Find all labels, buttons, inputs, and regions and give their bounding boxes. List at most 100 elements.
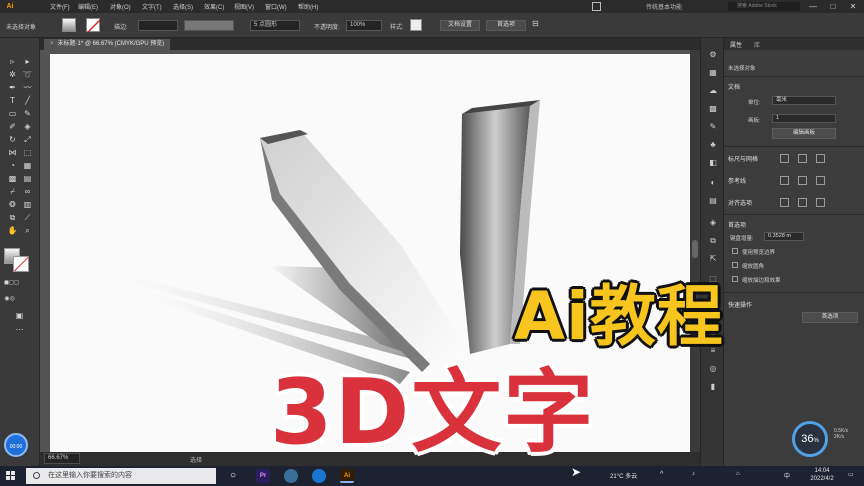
color-guide-icon[interactable]: ▤ (708, 196, 718, 206)
color-icon[interactable]: ◐ (708, 178, 718, 188)
workspace-switcher[interactable]: 传统基本功能 (646, 2, 682, 11)
width-tool-icon[interactable]: ⋈ (7, 147, 18, 158)
perspective-grid-tool-icon[interactable]: ▦ (22, 160, 33, 171)
scale-tool-icon[interactable]: ⤢ (22, 134, 33, 145)
notification-icon[interactable]: ▭ (848, 471, 854, 478)
paintbrush-tool-icon[interactable]: ✎ (22, 108, 33, 119)
artboard-dropdown[interactable]: 1 (772, 114, 836, 123)
document-tab[interactable]: × 未标题-1* @ 66.67% (CMYK/GPU 预览) (44, 39, 171, 50)
menu-edit[interactable]: 编辑(E) (78, 2, 98, 11)
menu-type[interactable]: 文字(T) (142, 2, 162, 11)
gradient-icon[interactable]: ▮ (708, 382, 718, 392)
document-setup-button[interactable]: 文档设置 (440, 20, 480, 31)
ruler-icon[interactable] (780, 154, 789, 163)
free-transform-tool-icon[interactable]: ⬚ (22, 147, 33, 158)
drawing-mode-icon[interactable]: ◉◎ (4, 294, 15, 305)
hand-tool-icon[interactable]: ✋ (7, 225, 18, 236)
variable-width-dropdown[interactable] (184, 20, 234, 31)
cc-libraries-icon[interactable]: ☁ (708, 86, 718, 96)
vertical-scrollbar[interactable] (690, 50, 700, 452)
smart-guides-icon[interactable] (816, 176, 825, 185)
gradient-tool-icon[interactable]: ▤ (22, 173, 33, 184)
rectangle-tool-icon[interactable]: ▭ (7, 108, 18, 119)
task-view-icon[interactable]: ○ (226, 469, 240, 483)
mesh-tool-icon[interactable]: ▩ (7, 173, 18, 184)
preferences-panel-button[interactable]: 首选项 (802, 312, 858, 323)
align-icon[interactable]: ⊟ (532, 19, 539, 28)
stroke-weight-dropdown[interactable] (138, 20, 178, 31)
asset-export-icon[interactable]: ⇱ (708, 254, 718, 264)
network-icon[interactable]: ⌂ (736, 471, 740, 477)
preview-bounds-checkbox[interactable] (732, 248, 738, 254)
edit-artboard-button[interactable]: 编辑画板 (772, 128, 836, 139)
selection-tool-icon[interactable]: ▹ (7, 56, 18, 67)
tab-properties[interactable]: 属性 (730, 40, 742, 49)
layers-icon[interactable]: ◈ (708, 218, 718, 228)
snap-to-pixel-icon[interactable] (816, 198, 825, 207)
style-swatch[interactable] (410, 19, 422, 31)
system-clock[interactable]: 14:04 2022/4/2 (802, 467, 842, 483)
transparency-grid-icon[interactable] (816, 154, 825, 163)
units-dropdown[interactable]: 毫米 (772, 96, 836, 105)
menu-select[interactable]: 选择(S) (173, 2, 193, 11)
artboard-tool-icon[interactable]: ⧉ (7, 212, 18, 223)
graphic-styles-icon[interactable]: ◧ (708, 158, 718, 168)
chrome-app-icon[interactable] (284, 469, 298, 483)
lock-guides-icon[interactable] (798, 176, 807, 185)
properties-icon[interactable]: ⚙ (708, 50, 718, 60)
ime-indicator[interactable]: 中 (784, 471, 790, 480)
symbol-sprayer-tool-icon[interactable]: ❂ (7, 199, 18, 210)
scale-strokes-checkbox[interactable] (732, 276, 738, 282)
menu-view[interactable]: 视图(V) (234, 2, 254, 11)
blend-tool-icon[interactable]: ∞ (22, 186, 33, 197)
lasso-tool-icon[interactable]: ➰ (22, 69, 33, 80)
line-tool-icon[interactable]: ╱ (22, 95, 33, 106)
menu-file[interactable]: 文件(F) (50, 2, 70, 11)
artboards-icon[interactable]: ⧉ (708, 236, 718, 246)
menu-object[interactable]: 对象(O) (110, 2, 131, 11)
edit-toolbar-icon[interactable]: ⋯ (14, 324, 25, 335)
menu-effect[interactable]: 效果(C) (204, 2, 224, 11)
zoom-level-input[interactable]: 66.67% (44, 453, 80, 464)
zoom-tool-icon[interactable]: ⌕ (22, 225, 33, 236)
snap-to-point-icon[interactable] (780, 198, 789, 207)
scale-corners-checkbox[interactable] (732, 262, 738, 268)
edge-app-icon[interactable] (312, 469, 326, 483)
stroke-swatch[interactable] (13, 256, 29, 272)
grid-icon[interactable] (798, 154, 807, 163)
curvature-tool-icon[interactable]: 〰 (22, 82, 33, 93)
rotate-tool-icon[interactable]: ↻ (7, 134, 18, 145)
column-graph-tool-icon[interactable]: ▥ (22, 199, 33, 210)
transparency-icon[interactable]: ◎ (708, 364, 718, 374)
guides-icon[interactable] (780, 176, 789, 185)
illustrator-app-icon[interactable]: Ai (340, 469, 354, 483)
eraser-tool-icon[interactable]: ◈ (22, 121, 33, 132)
magic-wand-tool-icon[interactable]: ✲ (7, 69, 18, 80)
type-tool-icon[interactable]: T (7, 95, 18, 106)
direct-selection-tool-icon[interactable]: ▸ (22, 56, 33, 67)
slice-tool-icon[interactable]: ⟋ (22, 212, 33, 223)
layout-icon[interactable] (592, 2, 601, 11)
color-mode-icon[interactable]: ◼◻◻ (4, 278, 19, 289)
fill-color-swatch[interactable] (62, 18, 76, 32)
tab-close-icon[interactable]: × (50, 39, 54, 50)
swatches-icon[interactable]: ▩ (708, 104, 718, 114)
brushes-icon[interactable]: ✎ (708, 122, 718, 132)
eyedropper-tool-icon[interactable]: ⌿ (7, 186, 18, 197)
stock-search-input[interactable]: 搜索 Adobe Stock (728, 2, 800, 11)
menu-help[interactable]: 帮助(H) (298, 2, 318, 11)
premiere-app-icon[interactable]: Pr (256, 469, 270, 483)
keyboard-increment-input[interactable]: 0.3528 m (764, 232, 804, 241)
weather-widget[interactable]: 21°C 多云 (610, 471, 637, 480)
snap-to-grid-icon[interactable] (798, 198, 807, 207)
opacity-input[interactable]: 100% (346, 20, 382, 31)
volume-icon[interactable]: ♪ (692, 471, 695, 477)
tab-libraries[interactable]: 库 (754, 40, 760, 49)
screen-mode-icon[interactable]: ▣ (14, 310, 25, 321)
start-button[interactable] (6, 471, 16, 481)
menu-window[interactable]: 窗口(W) (265, 2, 287, 11)
scrollbar-thumb[interactable] (692, 240, 698, 258)
shape-builder-tool-icon[interactable]: ◔ (7, 160, 18, 171)
symbols-icon[interactable]: ♣ (708, 140, 718, 150)
shaper-tool-icon[interactable]: ✐ (7, 121, 18, 132)
